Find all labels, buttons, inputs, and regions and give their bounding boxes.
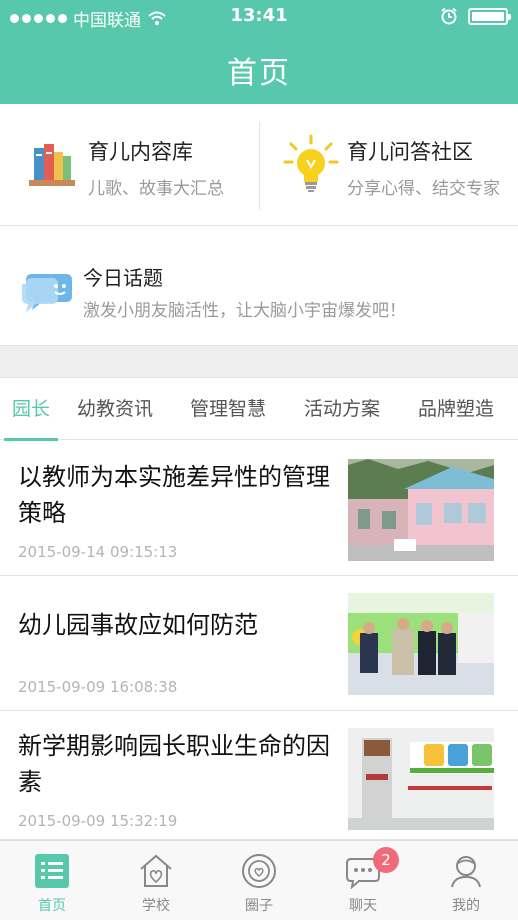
tab-activity-plans[interactable]: 活动方案 bbox=[304, 378, 380, 440]
books-icon bbox=[29, 144, 75, 186]
home-list-icon bbox=[35, 854, 69, 888]
article-date: 2015-09-14 09:15:13 bbox=[18, 543, 178, 561]
feature-section: 育儿内容库 儿歌、故事大汇总 育儿问答社区 分享心得、结交专家 bbox=[0, 104, 518, 226]
article-item[interactable]: 以教师为本实施差异性的管理策略 2015-09-14 09:15:13 bbox=[0, 441, 518, 576]
school-house-icon bbox=[140, 854, 172, 887]
tab-circle-label: 圈子 bbox=[245, 898, 273, 914]
article-item[interactable]: 幼儿园事故应如何防范 2015-09-09 16:08:38 bbox=[0, 577, 518, 711]
content-library-card[interactable]: 育儿内容库 儿歌、故事大汇总 bbox=[0, 104, 259, 226]
tab-school[interactable]: 学校 bbox=[104, 841, 208, 920]
tab-principal[interactable]: 园长 bbox=[3, 378, 59, 441]
article-headline: 幼儿园事故应如何防范 bbox=[18, 611, 258, 639]
article-item[interactable]: 新学期影响园长职业生命的因素 2015-09-09 15:32:19 bbox=[0, 712, 518, 840]
article-date: 2015-09-09 15:32:19 bbox=[18, 812, 178, 830]
tab-profile[interactable]: 我的 bbox=[414, 841, 518, 920]
unread-badge: 2 bbox=[373, 847, 399, 873]
circle-heart-icon bbox=[242, 854, 276, 888]
daily-topic-card[interactable]: 今日话题 激发小朋友脑活性，让大脑小宇宙爆发吧！ bbox=[0, 226, 518, 346]
content-library-title: 育儿内容库 bbox=[88, 140, 193, 164]
article-date: 2015-09-09 16:08:38 bbox=[18, 678, 178, 696]
daily-topic-title: 今日话题 bbox=[83, 266, 163, 290]
article-thumbnail bbox=[348, 728, 494, 830]
tab-education-news[interactable]: 幼教资讯 bbox=[77, 378, 153, 440]
article-thumbnail bbox=[348, 593, 494, 695]
bottom-tab-bar: 首页 学校 圈子 2 聊天 我的 bbox=[0, 840, 518, 920]
article-headline: 以教师为本实施差异性的管理策略 bbox=[18, 463, 330, 527]
category-tabs: 园长 幼教资讯 管理智慧 活动方案 品牌塑造 bbox=[0, 378, 518, 441]
top-header: 中国联通 13:41 首页 bbox=[0, 0, 518, 104]
tab-brand-building[interactable]: 品牌塑造 bbox=[418, 378, 494, 440]
content-library-subtitle: 儿歌、故事大汇总 bbox=[88, 179, 224, 199]
lightbulb-icon bbox=[283, 134, 339, 192]
tab-circle[interactable]: 圈子 bbox=[207, 841, 311, 920]
tab-home-label: 首页 bbox=[38, 898, 66, 914]
qa-community-subtitle: 分享心得、结交专家 bbox=[347, 179, 500, 199]
qa-community-title: 育儿问答社区 bbox=[347, 140, 473, 164]
tab-school-label: 学校 bbox=[142, 898, 170, 914]
daily-topic-subtitle: 激发小朋友脑活性，让大脑小宇宙爆发吧！ bbox=[83, 301, 406, 321]
tab-chat[interactable]: 2 聊天 bbox=[311, 841, 415, 920]
section-gap bbox=[0, 346, 518, 378]
alarm-clock-icon bbox=[441, 7, 457, 25]
tab-profile-label: 我的 bbox=[452, 898, 480, 914]
chat-bubble-icon bbox=[22, 274, 72, 312]
tab-management-wisdom[interactable]: 管理智慧 bbox=[190, 378, 266, 440]
tab-home[interactable]: 首页 bbox=[0, 841, 104, 920]
page-title: 首页 bbox=[227, 56, 291, 91]
article-thumbnail bbox=[348, 459, 494, 561]
qa-community-card[interactable]: 育儿问答社区 分享心得、结交专家 bbox=[259, 104, 518, 226]
tab-chat-label: 聊天 bbox=[349, 898, 377, 914]
battery-icon bbox=[468, 7, 511, 25]
status-bar: 中国联通 13:41 bbox=[0, 0, 518, 34]
article-headline: 新学期影响园长职业生命的因素 bbox=[18, 732, 330, 796]
profile-icon bbox=[451, 856, 481, 888]
